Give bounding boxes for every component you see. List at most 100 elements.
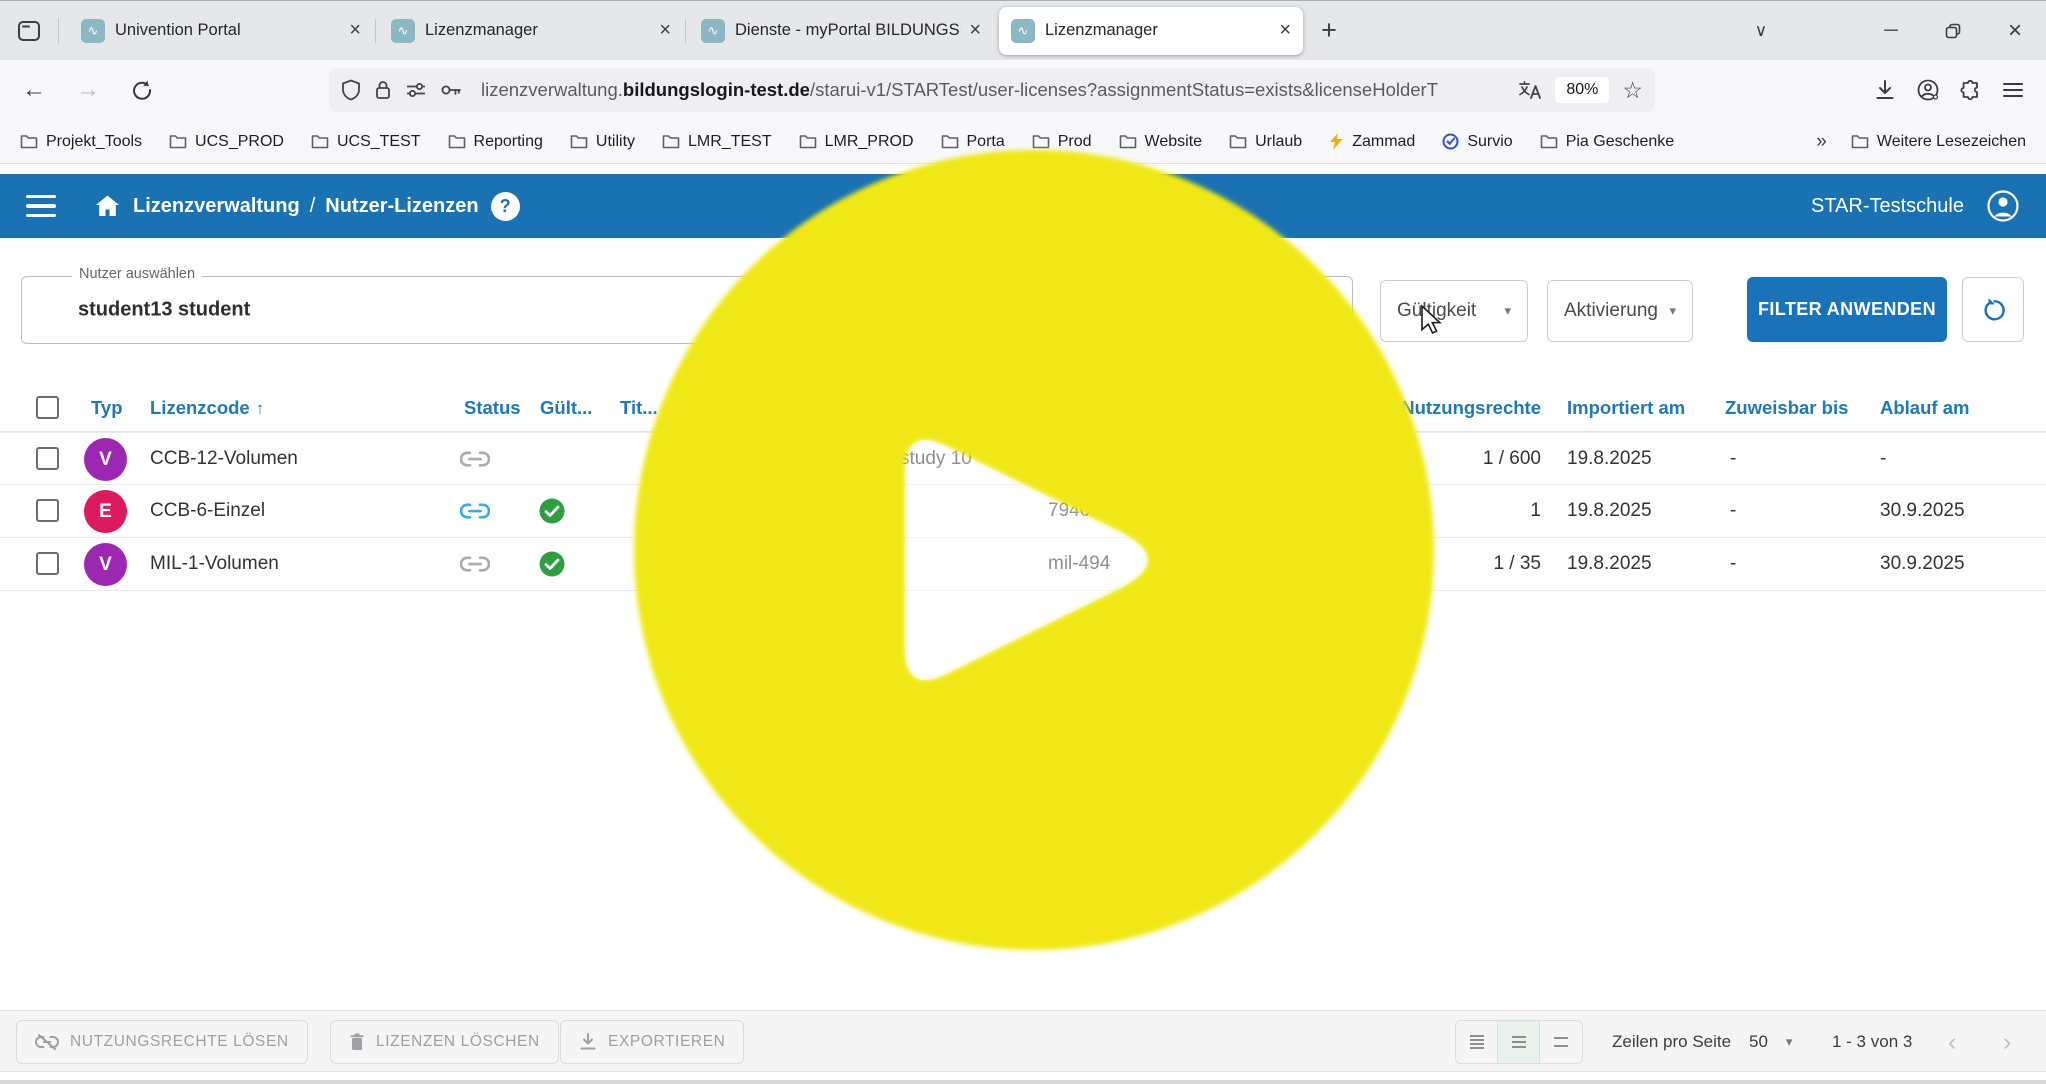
bookmark-item[interactable]: UCS_PROD bbox=[169, 133, 284, 151]
license-type-badge: V bbox=[84, 543, 127, 586]
list-tabs-icon[interactable]: ∨ bbox=[1730, 9, 1792, 53]
assigned-link-icon[interactable] bbox=[460, 556, 490, 573]
bookmark-item[interactable]: Reporting bbox=[448, 133, 543, 151]
permissions-icon[interactable] bbox=[405, 81, 427, 99]
shield-icon[interactable] bbox=[341, 79, 361, 101]
previous-page-icon[interactable]: ‹ bbox=[1948, 1011, 1956, 1073]
bookmark-star-icon[interactable]: ☆ bbox=[1622, 77, 1643, 104]
site-favicon-icon: ∿ bbox=[81, 19, 105, 43]
tab-close-icon[interactable]: × bbox=[969, 19, 981, 42]
column-titel[interactable]: Tit... bbox=[620, 397, 658, 419]
bookmark-label: Porta bbox=[967, 133, 1005, 151]
bookmarks-overflow-icon[interactable]: » bbox=[1816, 131, 1827, 153]
bookmark-item[interactable]: LMR_PROD bbox=[799, 133, 914, 151]
column-typ[interactable]: Typ bbox=[91, 397, 123, 419]
new-tab-button[interactable]: + bbox=[1309, 11, 1349, 51]
bookmark-label: Projekt_Tools bbox=[46, 133, 142, 151]
bookmark-item[interactable]: Zammad bbox=[1329, 133, 1415, 151]
lock-icon[interactable] bbox=[374, 79, 392, 101]
folder-icon bbox=[20, 134, 38, 149]
translate-icon[interactable] bbox=[1518, 80, 1542, 100]
bookmark-item[interactable]: Pia Geschenke bbox=[1540, 133, 1675, 151]
select-all-checkbox[interactable] bbox=[36, 396, 59, 419]
bookmark-item[interactable]: LMR_TEST bbox=[662, 133, 772, 151]
bookmark-more-folder[interactable]: Weitere Lesezeichen bbox=[1851, 133, 2026, 151]
breadcrumb-item[interactable]: Lizenzverwaltung bbox=[133, 195, 300, 218]
density-comfortable-icon[interactable] bbox=[1540, 1021, 1582, 1063]
export-button[interactable]: EXPORTIEREN bbox=[560, 1020, 744, 1064]
forward-icon[interactable]: → bbox=[66, 70, 110, 110]
url-text[interactable]: lizenzverwaltung.bildungslogin-test.de/s… bbox=[481, 79, 1505, 101]
bookmark-item[interactable]: Utility bbox=[570, 133, 635, 151]
valid-check-icon bbox=[538, 550, 566, 578]
app-menu-icon[interactable] bbox=[26, 195, 56, 218]
menu-icon[interactable] bbox=[2002, 81, 2024, 99]
tab-close-icon[interactable]: × bbox=[659, 19, 671, 42]
row-checkbox[interactable] bbox=[36, 552, 59, 575]
assigned-link-icon[interactable] bbox=[460, 503, 490, 520]
folder-icon bbox=[1540, 134, 1558, 149]
column-zuweisbar-bis[interactable]: Zuweisbar bis bbox=[1725, 397, 1848, 419]
back-icon[interactable]: ← bbox=[12, 70, 56, 110]
help-icon[interactable]: ? bbox=[491, 192, 520, 221]
next-page-icon[interactable]: › bbox=[2003, 1011, 2011, 1073]
bookmark-item[interactable]: UCS_TEST bbox=[311, 133, 421, 151]
column-ablauf-am[interactable]: Ablauf am bbox=[1880, 397, 1969, 419]
assigned-link-icon[interactable] bbox=[460, 450, 490, 467]
bookmark-item[interactable]: Website bbox=[1119, 133, 1203, 151]
row-checkbox[interactable] bbox=[36, 499, 59, 522]
folder-icon bbox=[662, 134, 680, 149]
tab-close-icon[interactable]: × bbox=[1279, 19, 1291, 42]
url-bar[interactable]: lizenzverwaltung.bildungslogin-test.de/s… bbox=[329, 68, 1655, 112]
firefox-view-icon[interactable] bbox=[8, 10, 50, 52]
bookmark-item[interactable]: Porta bbox=[941, 133, 1005, 151]
release-usage-rights-button[interactable]: NUTZUNGSRECHTE LÖSEN bbox=[16, 1020, 308, 1064]
validity-dropdown[interactable]: Gültigkeit ▾ bbox=[1380, 280, 1528, 342]
apply-filter-button[interactable]: FILTER ANWENDEN bbox=[1747, 277, 1947, 342]
density-standard-icon[interactable] bbox=[1498, 1021, 1540, 1063]
reload-icon[interactable] bbox=[120, 70, 164, 110]
downloads-icon[interactable] bbox=[1874, 79, 1896, 101]
validity-label: Gültigkeit bbox=[1397, 300, 1476, 322]
browser-tab[interactable]: ∿Lizenzmanager× bbox=[379, 7, 683, 55]
density-compact-icon[interactable] bbox=[1456, 1021, 1498, 1063]
tab-label: Lizenzmanager bbox=[1045, 21, 1271, 40]
browser-tab[interactable]: ∿Lizenzmanager× bbox=[999, 7, 1303, 55]
license-type-badge: V bbox=[84, 438, 127, 481]
bookmark-item[interactable]: Prod bbox=[1032, 133, 1092, 151]
browser-tab[interactable]: ∿Dienste - myPortal BILDUNGSLO× bbox=[689, 7, 993, 55]
key-icon[interactable] bbox=[440, 82, 462, 98]
browser-tab[interactable]: ∿Univention Portal× bbox=[69, 7, 373, 55]
column-lizenzcode[interactable]: Lizenzcode↑ bbox=[150, 397, 264, 419]
minimize-icon[interactable]: ─ bbox=[1860, 9, 1922, 53]
bookmark-item[interactable]: Urlaub bbox=[1229, 133, 1302, 151]
tab-close-icon[interactable]: × bbox=[349, 19, 361, 42]
rows-per-page-select[interactable]: 50▾ bbox=[1749, 1011, 1792, 1073]
extensions-icon[interactable] bbox=[1960, 79, 1982, 101]
restore-icon[interactable] bbox=[1922, 9, 1984, 53]
column-nutzungsrechte[interactable]: Nutzungsrechte bbox=[1380, 397, 1541, 419]
app-header: Lizenzverwaltung / Nutzer-Lizenzen ? STA… bbox=[0, 174, 2046, 238]
zoom-level-badge[interactable]: 80% bbox=[1555, 77, 1609, 103]
license-title: 794001 bbox=[1048, 500, 1111, 522]
user-select-input[interactable]: Nutzer auswählen student13 student bbox=[21, 276, 1353, 344]
delete-licenses-button[interactable]: LIZENZEN LÖSCHEN bbox=[330, 1020, 559, 1064]
bookmark-label: LMR_TEST bbox=[688, 133, 772, 151]
pagination-range: 1 - 3 von 3 bbox=[1832, 1011, 1912, 1073]
breadcrumb-separator: / bbox=[310, 195, 316, 218]
bookmarks-list: Projekt_Tools UCS_PROD UCS_TEST Reporting Ut… bbox=[20, 133, 1674, 151]
close-window-icon[interactable]: × bbox=[1984, 9, 2046, 53]
column-importiert-am[interactable]: Importiert am bbox=[1567, 397, 1685, 419]
home-icon[interactable] bbox=[94, 194, 121, 218]
activation-dropdown[interactable]: Aktivierung ▾ bbox=[1547, 280, 1693, 342]
bookmark-item[interactable]: Survio bbox=[1442, 133, 1512, 151]
download-icon bbox=[579, 1033, 597, 1051]
bookmark-item[interactable]: Projekt_Tools bbox=[20, 133, 142, 151]
account-icon[interactable] bbox=[1916, 78, 1940, 102]
reset-filter-button[interactable] bbox=[1962, 277, 2024, 342]
user-account-icon[interactable] bbox=[1986, 189, 2020, 223]
bookmark-label: Prod bbox=[1058, 133, 1092, 151]
column-status[interactable]: Status bbox=[464, 397, 521, 419]
row-checkbox[interactable] bbox=[36, 447, 59, 470]
column-gueltig[interactable]: Gült... bbox=[540, 397, 592, 419]
